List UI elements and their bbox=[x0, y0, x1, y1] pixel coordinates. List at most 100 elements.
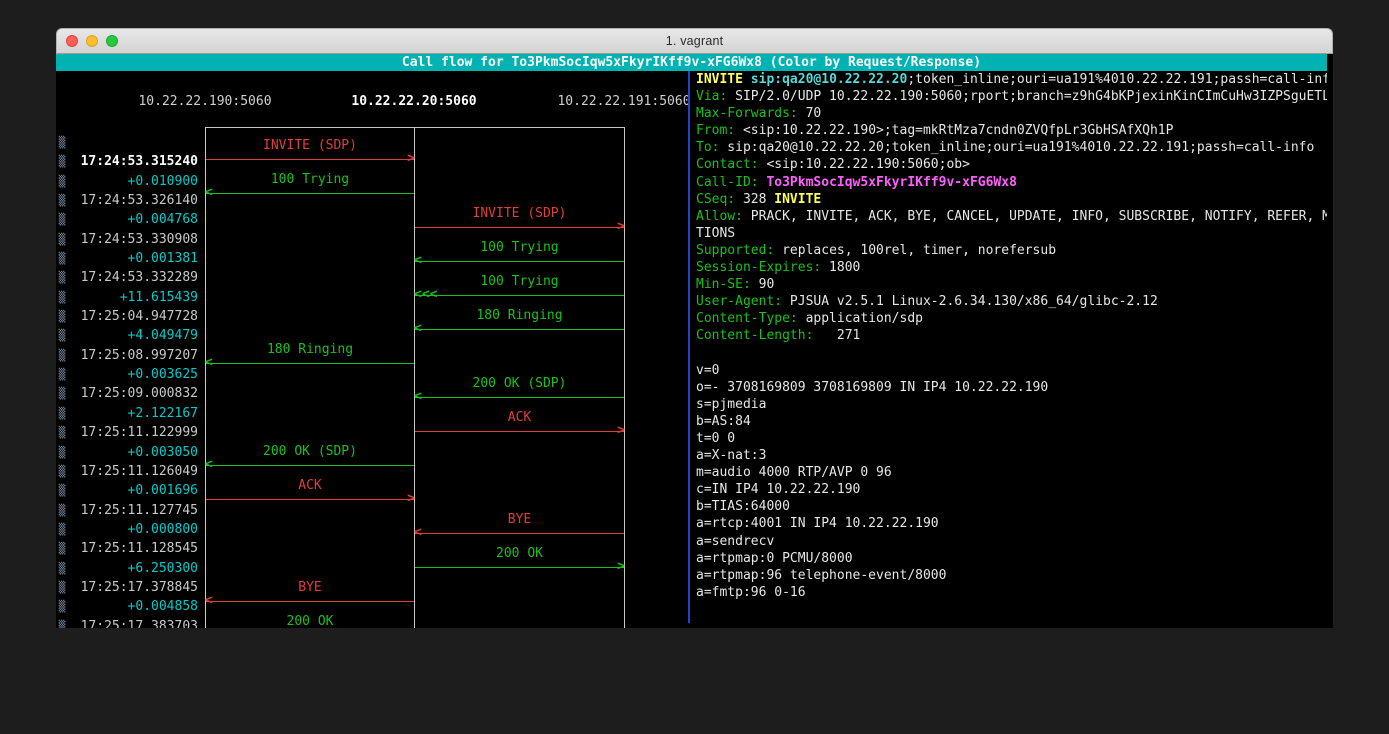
timestamp-column: ▒▒17:24:53.315240▒+0.010900▒17:24:53.326… bbox=[56, 133, 204, 628]
flow-message-line bbox=[206, 465, 414, 466]
timestamp-delta: +0.000800 bbox=[68, 520, 204, 539]
flow-message[interactable]: BYE< bbox=[206, 579, 414, 613]
line-marker-icon: ▒ bbox=[56, 346, 68, 365]
arrow-left-icon: < bbox=[414, 254, 422, 267]
flow-message[interactable]: BYE< bbox=[415, 511, 624, 545]
raw-sip-panel[interactable]: INVITE sip:qa20@10.22.22.20;token_inline… bbox=[688, 71, 1327, 628]
flow-message-label: 100 Trying bbox=[415, 239, 624, 256]
flow-message[interactable]: 180 Ringing< bbox=[206, 341, 414, 375]
flow-message-line bbox=[415, 295, 624, 296]
raw-sip-line: To: sip:qa20@10.22.22.20;token_inline;ou… bbox=[696, 139, 1327, 156]
timestamp-row: ▒17:25:11.122999 bbox=[56, 423, 204, 442]
raw-sip-token: a=rtpmap:96 telephone-event/8000 bbox=[696, 568, 946, 583]
timestamp-row: ▒+0.003625 bbox=[56, 365, 204, 384]
raw-sip-token: b=TIAS:64000 bbox=[696, 499, 790, 514]
arrow-left-icon: < bbox=[414, 390, 422, 403]
line-marker-icon: ▒ bbox=[56, 307, 68, 326]
raw-sip-line: v=0 bbox=[696, 362, 1327, 379]
raw-sip-line: a=rtpmap:96 telephone-event/8000 bbox=[696, 567, 1327, 584]
flow-message[interactable]: INVITE (SDP)> bbox=[415, 205, 624, 239]
flow-message[interactable]: 200 OK (SDP)< bbox=[206, 443, 414, 477]
timestamp-delta: +11.615439 bbox=[68, 288, 204, 307]
raw-sip-token: application/sdp bbox=[798, 311, 923, 326]
flow-message[interactable]: 200 OK> bbox=[415, 545, 624, 579]
raw-sip-token: s=pjmedia bbox=[696, 397, 766, 412]
raw-sip-line: Contact: <sip:10.22.22.190:5060;ob> bbox=[696, 156, 1327, 173]
timestamp-absolute: 17:25:11.126049 bbox=[68, 462, 204, 481]
flow-message-label: 100 Trying bbox=[415, 273, 624, 290]
flow-message[interactable]: 100 Trying< bbox=[415, 239, 624, 273]
line-marker-icon: ▒ bbox=[56, 404, 68, 423]
raw-sip-token: ;token_inline;ouri=ua191%4010.22.22.191;… bbox=[907, 72, 1327, 87]
arrow-left-icon: < bbox=[205, 458, 213, 471]
flow-message[interactable]: 200 OK> bbox=[206, 613, 414, 628]
raw-sip-line: Allow: PRACK, INVITE, ACK, BYE, CANCEL, … bbox=[696, 208, 1327, 225]
maximize-button[interactable] bbox=[106, 35, 118, 47]
raw-sip-line: m=audio 4000 RTP/AVP 0 96 bbox=[696, 464, 1327, 481]
line-marker-icon: ▒ bbox=[56, 520, 68, 539]
raw-sip-token: INVITE bbox=[774, 192, 821, 207]
timestamp-row: ▒+0.004858 bbox=[56, 597, 204, 616]
flow-message[interactable]: 200 OK (SDP)< bbox=[415, 375, 624, 409]
timestamp-row: ▒17:25:17.378845 bbox=[56, 578, 204, 597]
raw-sip-token: 70 bbox=[798, 106, 821, 121]
flow-column-headers: 10.22.22.190:506010.22.22.20:506010.22.2… bbox=[56, 71, 688, 117]
terminal-screen: Call flow for To3PkmSocIqw5xFkyrIKff9v-x… bbox=[56, 54, 1333, 628]
line-marker-icon: ▒ bbox=[56, 559, 68, 578]
raw-sip-token: o=- 3708169809 3708169809 IN IP4 10.22.2… bbox=[696, 380, 1048, 395]
timestamp-row: ▒+11.615439 bbox=[56, 288, 204, 307]
timestamp-row: ▒17:25:09.000832 bbox=[56, 384, 204, 403]
raw-sip-token: a=X-nat:3 bbox=[696, 448, 766, 463]
raw-sip-line: a=rtpmap:0 PCMU/8000 bbox=[696, 550, 1327, 567]
arrow-left-icon: < bbox=[205, 356, 213, 369]
line-marker-icon: ▒ bbox=[56, 249, 68, 268]
raw-sip-token: User-Agent: bbox=[696, 294, 782, 309]
flow-column-header-0: 10.22.22.190:5060 bbox=[105, 93, 305, 110]
raw-sip-line: b=TIAS:64000 bbox=[696, 498, 1327, 515]
line-marker-icon: ▒ bbox=[56, 268, 68, 287]
flow-message[interactable]: ACK> bbox=[206, 477, 414, 511]
raw-sip-token: INVITE bbox=[696, 72, 751, 87]
raw-sip-token: To: bbox=[696, 140, 719, 155]
timestamp-absolute: 17:25:17.383703 bbox=[68, 617, 204, 628]
timestamp-delta: +0.003050 bbox=[68, 443, 204, 462]
line-marker-icon: ▒ bbox=[56, 230, 68, 249]
flow-message[interactable]: 100 Trying< bbox=[206, 171, 414, 205]
flow-message-label: INVITE (SDP) bbox=[206, 137, 414, 154]
arrow-right-icon: > bbox=[407, 492, 415, 505]
raw-sip-token: c=IN IP4 10.22.22.190 bbox=[696, 482, 860, 497]
terminal-window: 1. vagrant Call flow for To3PkmSocIqw5xF… bbox=[56, 28, 1333, 628]
arrow-left-icon: < bbox=[205, 186, 213, 199]
line-marker-icon: ▒ bbox=[56, 133, 68, 152]
flow-message-label: 100 Trying bbox=[206, 171, 414, 188]
window-titlebar[interactable]: 1. vagrant bbox=[56, 28, 1333, 54]
raw-sip-token: a=sendrecv bbox=[696, 534, 774, 549]
raw-sip-token: <sip:10.22.22.190:5060;ob> bbox=[759, 157, 970, 172]
flow-message-line bbox=[415, 431, 624, 432]
raw-sip-line: Supported: replaces, 100rel, timer, nore… bbox=[696, 242, 1327, 259]
raw-sip-line: CSeq: 328 INVITE bbox=[696, 191, 1327, 208]
arrow-right-icon: > bbox=[617, 560, 625, 573]
flow-message-label: 200 OK (SDP) bbox=[415, 375, 624, 392]
close-button[interactable] bbox=[66, 35, 78, 47]
flow-message[interactable]: 180 Ringing< bbox=[415, 307, 624, 341]
line-marker-icon: ▒ bbox=[56, 326, 68, 345]
flow-message[interactable]: INVITE (SDP)> bbox=[206, 137, 414, 171]
raw-sip-token: sip:qa20@10.22.22.20 bbox=[751, 72, 908, 87]
minimize-button[interactable] bbox=[86, 35, 98, 47]
raw-sip-token: sip:qa20@10.22.22.20;token_inline;ouri=u… bbox=[719, 140, 1314, 155]
timestamp-row: ▒17:24:53.315240 bbox=[56, 152, 204, 171]
arrow-left-icon: < bbox=[414, 322, 422, 335]
line-marker-icon: ▒ bbox=[56, 210, 68, 229]
raw-sip-token: Session-Expires: bbox=[696, 260, 821, 275]
raw-sip-line: c=IN IP4 10.22.22.190 bbox=[696, 481, 1327, 498]
flow-message[interactable]: 100 Trying<<< bbox=[415, 273, 624, 307]
timestamp-absolute: 17:24:53.315240 bbox=[68, 152, 204, 171]
raw-sip-token: CSeq: bbox=[696, 192, 735, 207]
flow-message[interactable]: ACK> bbox=[415, 409, 624, 443]
raw-sip-line: a=rtcp:4001 IN IP4 10.22.22.190 bbox=[696, 515, 1327, 532]
timestamp-delta: +0.004858 bbox=[68, 597, 204, 616]
timestamp-absolute: 17:25:11.127745 bbox=[68, 501, 204, 520]
raw-sip-line: a=sendrecv bbox=[696, 533, 1327, 550]
timestamp-delta: +0.004768 bbox=[68, 210, 204, 229]
